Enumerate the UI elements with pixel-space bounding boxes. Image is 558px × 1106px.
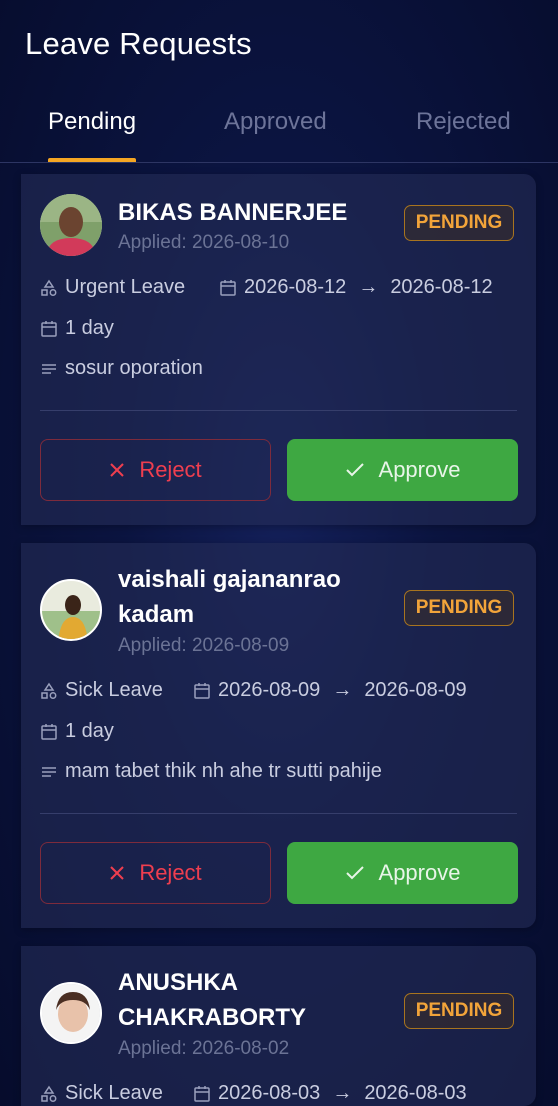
date-range-row: 2026-08-12 → 2026-08-12 [219,276,493,299]
status-badge: PENDING [404,590,514,626]
leave-type-row: Sick Leave [40,679,163,702]
start-date: 2026-08-09 [218,679,321,701]
tab-rejected-label: Rejected [416,108,511,135]
arrow-right-icon: → [358,276,379,298]
divider [40,410,517,411]
duration-row: 1 day [40,720,114,743]
active-tab-indicator [48,158,137,162]
duration: 1 day [65,720,114,742]
approve-button[interactable]: Approve [287,439,518,501]
notes-icon [42,363,56,374]
tab-pending[interactable]: Pending [48,108,137,162]
reject-button[interactable]: Reject [40,439,271,501]
leave-request-card: vaishali gajananrao kadam Applied: 2026-… [21,543,536,928]
calendar-icon [41,723,57,740]
divider [40,813,517,814]
reject-label: Reject [139,860,202,885]
tab-approved[interactable]: Approved [224,108,327,160]
tab-rejected[interactable]: Rejected [416,108,511,160]
leave-type-icon [41,279,57,296]
calendar-icon [194,682,210,699]
reason: sosur oporation [65,357,203,379]
reason: mam tabet thik nh ahe tr sutti pahije [65,760,382,782]
employee-name: ANUSHKA CHAKRABORTY [118,969,306,1031]
reason-row: sosur oporation [40,357,203,380]
status-tabs: Pending Approved Rejected [0,108,558,163]
reject-button[interactable]: Reject [40,842,271,904]
leave-request-card: ANUSHKA CHAKRABORTY Applied: 2026-08-02 … [21,946,536,1106]
employee-name: BIKAS BANNERJEE [118,199,348,226]
start-date: 2026-08-12 [244,276,347,298]
end-date: 2026-08-03 [364,1082,467,1104]
end-date: 2026-08-12 [390,276,493,298]
reject-label: Reject [139,457,202,482]
employee-name: vaishali gajananrao kadam [118,566,341,628]
leave-type: Urgent Leave [65,276,186,298]
date-range-row: 2026-08-09 → 2026-08-09 [193,679,467,702]
end-date: 2026-08-09 [364,679,467,701]
status-badge: PENDING [404,993,514,1029]
avatar [40,579,102,641]
applied-date: Applied: 2026-08-10 [118,232,290,253]
leave-type-row: Urgent Leave [40,276,185,299]
date-range-row: 2026-08-03 → 2026-08-03 [193,1082,467,1105]
leave-type-icon [41,682,57,699]
approve-label: Approve [378,457,461,482]
reason-row: mam tabet thik nh ahe tr sutti pahije [40,760,382,783]
leave-type-row: Sick Leave [40,1082,163,1105]
leave-type: Sick Leave [65,1082,163,1104]
arrow-right-icon: → [332,679,353,701]
leave-type: Sick Leave [65,679,163,701]
applied-date: Applied: 2026-08-02 [118,1038,290,1059]
applied-date: Applied: 2026-08-09 [118,635,290,656]
close-icon [110,463,125,477]
leave-request-card: BIKAS BANNERJEE Applied: 2026-08-10 PEND… [21,174,536,525]
arrow-right-icon: → [332,1082,353,1104]
avatar [40,194,102,256]
approve-label: Approve [378,860,461,885]
tab-pending-label: Pending [48,108,137,135]
status-badge: PENDING [404,205,514,241]
calendar-icon [220,279,236,296]
check-icon [345,866,364,880]
close-icon [110,866,125,880]
notes-icon [42,766,56,777]
approve-button[interactable]: Approve [287,842,518,904]
start-date: 2026-08-03 [218,1082,321,1104]
calendar-icon [41,320,57,337]
page-title: Leave Requests [25,26,252,61]
tab-approved-label: Approved [224,108,327,135]
avatar [40,982,102,1044]
duration: 1 day [65,317,114,339]
check-icon [345,463,364,477]
duration-row: 1 day [40,317,114,340]
